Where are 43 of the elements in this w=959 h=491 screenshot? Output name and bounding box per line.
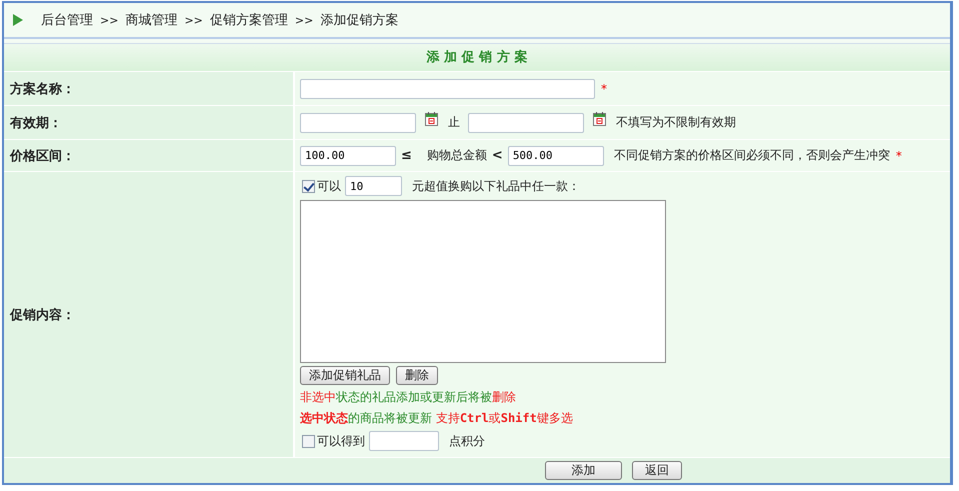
input-field[interactable]: 100.00 — [300, 146, 396, 166]
note-text: 非选中状态的礼品添加或更新后将被删除 — [300, 389, 516, 406]
input-field[interactable] — [300, 78, 595, 98]
form-button[interactable]: 返回 — [632, 461, 682, 480]
play-icon — [12, 13, 24, 27]
breadcrumb-link[interactable]: 添加促销方案 — [320, 11, 398, 29]
field-text: 购物总金额 — [426, 147, 487, 164]
form-button[interactable]: 添加促销礼品 — [300, 366, 390, 385]
field-label: 方案名称： — [4, 72, 295, 105]
breadcrumb-separator: >> — [294, 14, 314, 26]
input-field[interactable] — [300, 112, 416, 132]
required-mark: * — [896, 148, 902, 162]
gift-list[interactable] — [300, 200, 666, 363]
form-button[interactable]: 删除 — [396, 366, 438, 385]
field-label: 有效期： — [4, 106, 295, 139]
calendar-icon[interactable] — [425, 112, 438, 126]
breadcrumb-link[interactable]: 后台管理 — [41, 11, 93, 29]
checkbox-label: 可以 — [317, 178, 341, 194]
field-text: 元超值换购以下礼品中任一款： — [412, 178, 580, 194]
calendar-icon[interactable] — [593, 112, 606, 126]
breadcrumb-link[interactable]: 促销方案管理 — [210, 11, 288, 29]
checkbox[interactable] — [302, 434, 315, 448]
checkbox[interactable] — [302, 180, 315, 192]
input-field[interactable]: 10 — [345, 176, 402, 196]
operator-text: ≤ — [401, 148, 412, 163]
checkbox-label: 可以得到 — [317, 432, 365, 450]
form-title: 添 加 促 销 方 案 — [4, 44, 950, 72]
operator-text: < — [492, 148, 503, 163]
field-label: 价格区间： — [4, 140, 295, 171]
input-field[interactable]: 500.00 — [508, 146, 604, 166]
field-label: 促销内容： — [4, 172, 295, 457]
range-separator: 止 — [448, 114, 460, 131]
input-field[interactable] — [369, 431, 439, 451]
hint-text: 不填写为不限制有效期 — [616, 114, 736, 131]
required-mark: * — [601, 82, 607, 96]
breadcrumb-separator: >> — [100, 14, 118, 26]
field-text: 点积分 — [449, 432, 485, 450]
breadcrumb-separator: >> — [184, 14, 203, 26]
note-text: 选中状态的商品将被更新 支持Ctrl或Shift键多选 — [300, 410, 573, 427]
breadcrumb-link[interactable]: 商城管理 — [125, 11, 178, 29]
form-button[interactable]: 添加 — [545, 461, 622, 480]
input-field[interactable] — [468, 112, 584, 132]
hint-text: 不同促销方案的价格区间必须不同，否则会产生冲突 — [614, 147, 890, 164]
